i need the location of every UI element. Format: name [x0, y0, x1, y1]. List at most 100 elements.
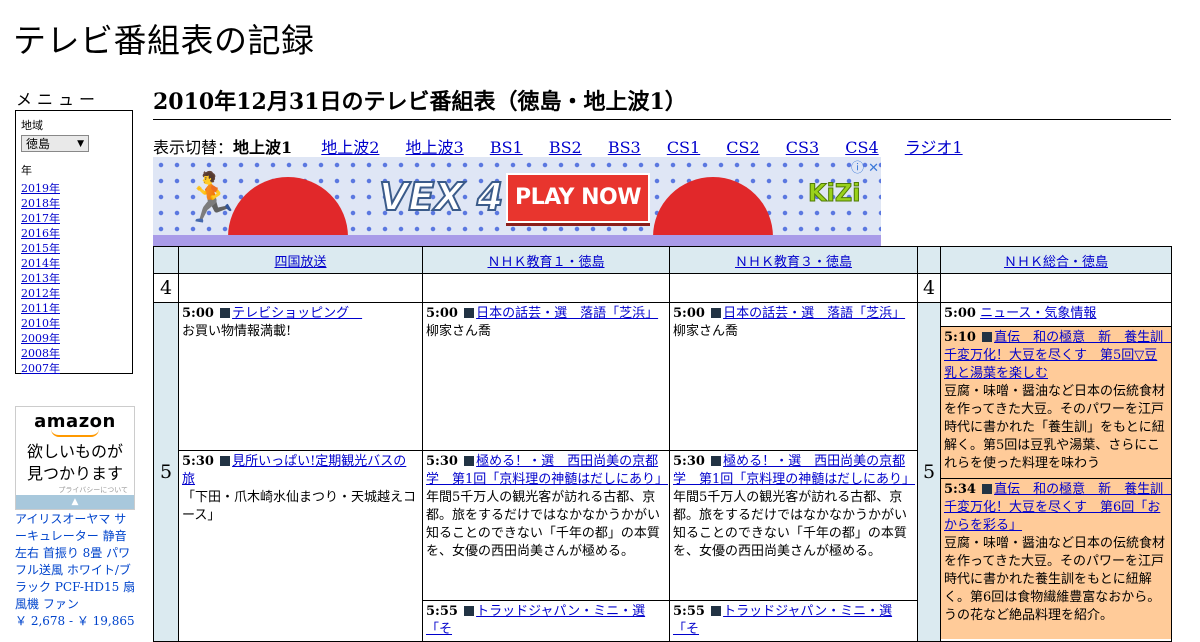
program-time: 5:34: [944, 482, 976, 497]
channel-link[interactable]: ＮＨＫ総合・徳島: [1004, 255, 1108, 270]
year-link[interactable]: 2018年: [21, 196, 127, 211]
year-link[interactable]: 2011年: [21, 301, 127, 316]
year-link[interactable]: 2010年: [21, 316, 127, 331]
program-title-link[interactable]: 直伝 和の極意 新 養生訓 千変万化！大豆を尽くす 第5回▽豆乳と湯葉を楽しむ: [944, 330, 1171, 381]
tab-link[interactable]: BS3: [608, 138, 641, 157]
channel-column: 5:00 日本の話芸・選 落語「芝浜」柳家さん喬 5:30 極める！・選 西田尚美…: [422, 302, 670, 642]
program-title-link[interactable]: 直伝 和の極意 新 養生訓 千変万化！大豆を尽くす 第6回「おからを彩る」: [944, 482, 1171, 533]
program-slot: 5:55 トラッドジャパン・ミニ・選「そ: [423, 601, 669, 641]
corner-cell: [917, 246, 941, 274]
menu-label: メニュー: [16, 90, 101, 109]
product-link[interactable]: アイリスオーヤマ サーキュレーター 静音 左右 首振り 8畳 パワフル送風 ホワ…: [15, 511, 137, 630]
year-link[interactable]: 2013年: [21, 271, 127, 286]
program-description: 年間5千万人の観光客が訪れる古都、京都。旅をするだけではなかなかうかがい知ること…: [673, 490, 908, 559]
channel-link[interactable]: 四国放送: [274, 255, 326, 270]
empty-slot: [422, 273, 670, 303]
schedule-table: 四国放送 ＮＨＫ教育１・徳島 ＮＨＫ教育３・徳島 ＮＨＫ総合・徳島 4 4 5 …: [153, 246, 1172, 642]
tab-link[interactable]: BS2: [549, 138, 582, 157]
chevron-down-icon: ▼: [77, 138, 84, 149]
caption-icon: [711, 308, 722, 318]
program-time: 5:10: [944, 330, 976, 345]
channel-header: 四国放送: [178, 246, 423, 274]
program-description: 年間5千万人の観光客が訪れる古都、京都。旅をするだけではなかなかうかがい知ること…: [426, 490, 661, 559]
tab-link[interactable]: 地上波2: [321, 138, 379, 157]
program-title-link[interactable]: テレビショッピング: [232, 306, 362, 321]
site-title: テレビ番組表の記録: [13, 21, 315, 60]
program-time: 5:30: [673, 454, 705, 469]
channel-switcher: 表示切替：地上波1 地上波2 地上波3 BS1 BS2 BS3 CS1 CS2 …: [153, 134, 984, 158]
corner-cell: [153, 246, 179, 274]
program-title-link[interactable]: 極める！・選 西田尚美の京都学 第1回「京料理の神髄はだしにあり」: [426, 454, 668, 487]
banner-ad[interactable]: 🏃 VEX 4 PLAY NOW KiZi ⓘ ✕: [153, 157, 881, 247]
program-time: 5:30: [426, 454, 458, 469]
channel-column: 5:00 テレビショッピング お買い物情報満載! 5:30 見所いっぱい!定期観光…: [178, 302, 423, 642]
ad-decoration: [228, 177, 348, 237]
year-link[interactable]: 2016年: [21, 226, 127, 241]
product-price: ￥ 2,678 - ￥ 19,865: [15, 614, 135, 628]
tab-link[interactable]: CS2: [726, 138, 759, 157]
ad-collapse-bar[interactable]: ▲: [16, 495, 134, 509]
program-title-link[interactable]: 日本の話芸・選 落語「芝浜」: [723, 306, 905, 321]
amazon-tagline: 欲しいものが 見つかります: [16, 441, 134, 485]
program-time: 5:55: [426, 604, 458, 619]
tab-link[interactable]: 地上波3: [406, 138, 464, 157]
close-icon[interactable]: ✕: [868, 161, 879, 176]
program-title-link[interactable]: 見所いっぱい!定期観光バスの旅: [182, 454, 406, 487]
program-time: 5:55: [673, 604, 705, 619]
tab-link[interactable]: BS1: [490, 138, 523, 157]
channel-column: 5:00 日本の話芸・選 落語「芝浜」 柳家さん喬 5:30 極める！・選 西田尚美…: [669, 302, 918, 642]
region-select[interactable]: 徳島 ▼: [21, 135, 89, 152]
year-link[interactable]: 2014年: [21, 256, 127, 271]
privacy-link[interactable]: プライバシーについて: [16, 485, 134, 495]
year-link[interactable]: 2012年: [21, 286, 127, 301]
program-slot: 5:00 テレビショッピング お買い物情報満載!: [179, 303, 422, 451]
year-link[interactable]: 2019年: [21, 181, 127, 196]
program-slot: 5:55 トラッドジャパン・ミニ・選「そ: [670, 601, 917, 641]
program-title-link[interactable]: 極める！・選 西田尚美の京都学 第1回「京料理の神髄はだしにあり」: [673, 454, 915, 487]
hour-row: 5 5:00 テレビショッピング お買い物情報満載! 5:30 見所いっぱい!定期…: [153, 302, 1172, 642]
caption-icon: [464, 308, 475, 318]
year-link[interactable]: 2015年: [21, 241, 127, 256]
play-now-button[interactable]: PLAY NOW: [506, 173, 650, 223]
program-title-link[interactable]: ニュース・気象情報: [980, 306, 1096, 321]
info-icon[interactable]: ⓘ: [851, 161, 864, 176]
program-time: 5:00: [426, 306, 458, 321]
kizi-logo: KiZi: [807, 179, 861, 208]
channel-header: ＮＨＫ教育３・徳島: [669, 246, 918, 274]
game-logo: VEX 4: [378, 174, 504, 220]
empty-slot: [178, 273, 423, 303]
tab-link[interactable]: ラジオ1: [905, 138, 963, 157]
chevron-up-icon: ▲: [71, 497, 79, 507]
program-description: 柳家さん喬: [426, 324, 492, 339]
tab-link[interactable]: CS4: [845, 138, 878, 157]
tab-current: 地上波1: [233, 138, 293, 157]
program-title-link[interactable]: トラッドジャパン・ミニ・選「そ: [673, 604, 892, 637]
region-label: 地域: [21, 119, 43, 132]
amazon-ad[interactable]: amazon 欲しいものが 見つかります プライバシーについて ▲: [15, 406, 135, 510]
tab-link[interactable]: CS1: [667, 138, 700, 157]
data-broadcast-icon: [220, 308, 231, 318]
year-link[interactable]: 2009年: [21, 331, 127, 346]
year-link[interactable]: 2008年: [21, 346, 127, 361]
program-slot: 5:10 直伝 和の極意 新 養生訓 千変万化！大豆を尽くす 第5回▽豆乳と湯葉…: [941, 327, 1171, 479]
program-description: 豆腐・味噌・醤油など日本の伝統食材を作ってきた大豆。そのパワーを江戸時代に書かれ…: [944, 536, 1166, 623]
program-time: 5:00: [673, 306, 705, 321]
year-link[interactable]: 2017年: [21, 211, 127, 226]
year-link[interactable]: 2007年: [21, 361, 127, 376]
channel-column: 5:00 ニュース・気象情報 5:10 直伝 和の極意 新 養生訓 千変万化！大豆…: [940, 302, 1172, 642]
empty-slot: [940, 273, 1172, 303]
amazon-tagline-line: 見つかります: [26, 464, 123, 483]
program-slot: 5:30 極める！・選 西田尚美の京都学 第1回「京料理の神髄はだしにあり」 年間…: [423, 451, 669, 601]
program-title-link[interactable]: 日本の話芸・選 落語「芝浜」: [476, 306, 658, 321]
sidebar-menu: 地域 徳島 ▼ 年 2019年 2018年 2017年 2016年 2015年 …: [15, 110, 133, 376]
ad-decoration: [653, 177, 773, 237]
program-description: 「下田・爪木崎水仙まつり・天城越えコース」: [182, 490, 417, 523]
year-label: 年: [21, 164, 32, 177]
program-time: 5:00: [944, 306, 976, 321]
channel-link[interactable]: ＮＨＫ教育３・徳島: [735, 255, 852, 270]
tab-link[interactable]: CS3: [786, 138, 819, 157]
program-title-link[interactable]: トラッドジャパン・ミニ・選「そ: [426, 604, 645, 637]
empty-slot: [669, 273, 918, 303]
page-title: 2010年12月31日のテレビ番組表（徳島・地上波1）: [153, 84, 1171, 120]
channel-link[interactable]: ＮＨＫ教育１・徳島: [487, 255, 604, 270]
